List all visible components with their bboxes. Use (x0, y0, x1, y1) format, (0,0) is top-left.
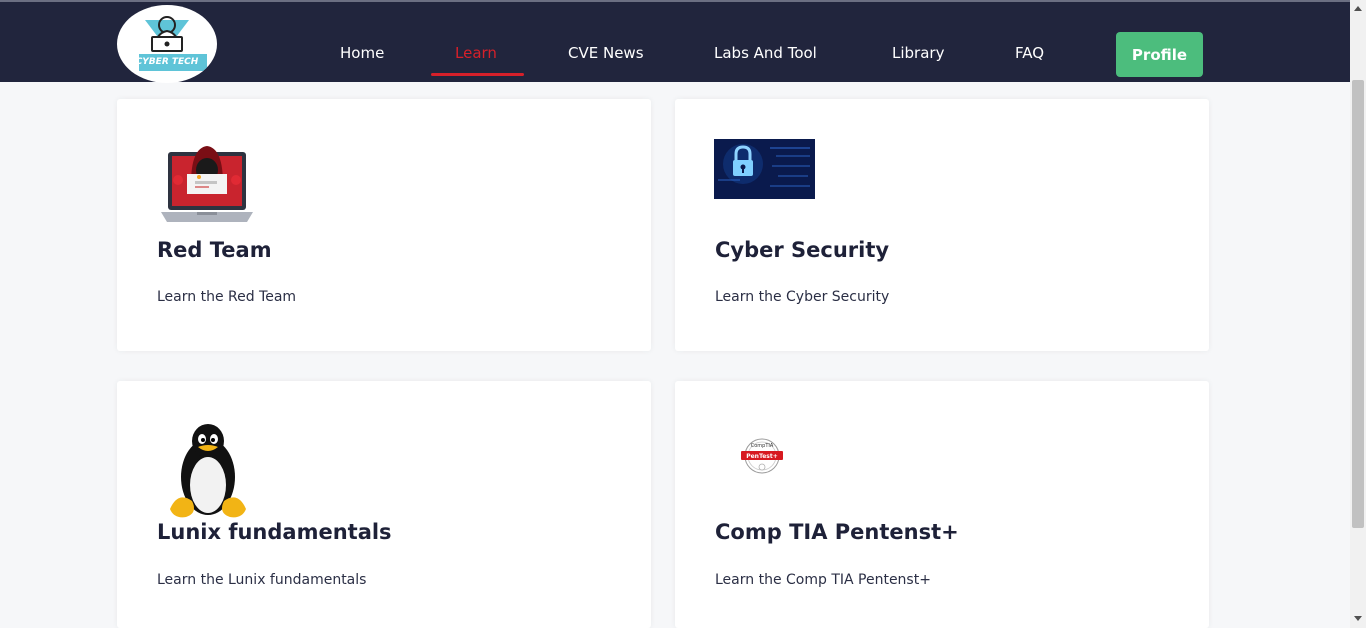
profile-button[interactable]: Profile (1116, 32, 1203, 77)
card-description: Learn the Comp TIA Pentenst+ (715, 572, 931, 588)
card-description: Learn the Lunix fundamentals (157, 572, 367, 588)
active-nav-underline (431, 73, 524, 76)
nav-faq[interactable]: FAQ (1015, 44, 1044, 62)
logo-text: CYBER TECH (135, 57, 199, 67)
badge-cert-text: PenTest+ (746, 453, 778, 460)
scroll-up-arrow-icon[interactable] (1354, 6, 1362, 11)
course-card-lunix-fundamentals[interactable]: Lunix fundamentals Learn the Lunix funda… (117, 381, 651, 628)
card-description: Learn the Cyber Security (715, 289, 890, 305)
page-scrollbar[interactable] (1350, 0, 1366, 628)
badge-brand-text: CompTIA (751, 443, 774, 449)
course-card-cyber-security[interactable]: Cyber Security Learn the Cyber Security (675, 99, 1209, 351)
nav-home[interactable]: Home (340, 44, 384, 62)
scrollbar-thumb[interactable] (1352, 80, 1364, 528)
card-description: Learn the Red Team (157, 289, 297, 305)
card-title: Cyber Security (715, 238, 890, 262)
hacker-logo-icon (139, 16, 207, 71)
padlock-circuit-icon (714, 139, 815, 199)
tux-penguin-icon (170, 424, 246, 518)
card-title: Red Team (157, 238, 272, 262)
nav-library[interactable]: Library (892, 44, 944, 62)
card-title: Comp TIA Pentenst+ (715, 520, 959, 544)
cyber-tech-logo[interactable]: CYBER TECH (117, 5, 217, 83)
nav-learn[interactable]: Learn (455, 44, 497, 62)
course-card-red-team[interactable]: Red Team Learn the Red Team (117, 99, 651, 351)
scroll-down-arrow-icon[interactable] (1354, 616, 1362, 621)
hacker-laptop-icon (161, 146, 253, 222)
card-title: Lunix fundamentals (157, 520, 392, 544)
top-navbar: CYBER TECH Home Learn CVE News Labs And … (0, 0, 1350, 83)
nav-cve-news[interactable]: CVE News (568, 44, 644, 62)
nav-labs-and-tool[interactable]: Labs And Tool (714, 44, 817, 62)
course-card-comptia-pentest[interactable]: CompTIA PenTest+ Comp TIA Pentenst+ Lear… (675, 381, 1209, 628)
pentest-badge-icon: CompTIA PenTest+ (741, 438, 783, 474)
